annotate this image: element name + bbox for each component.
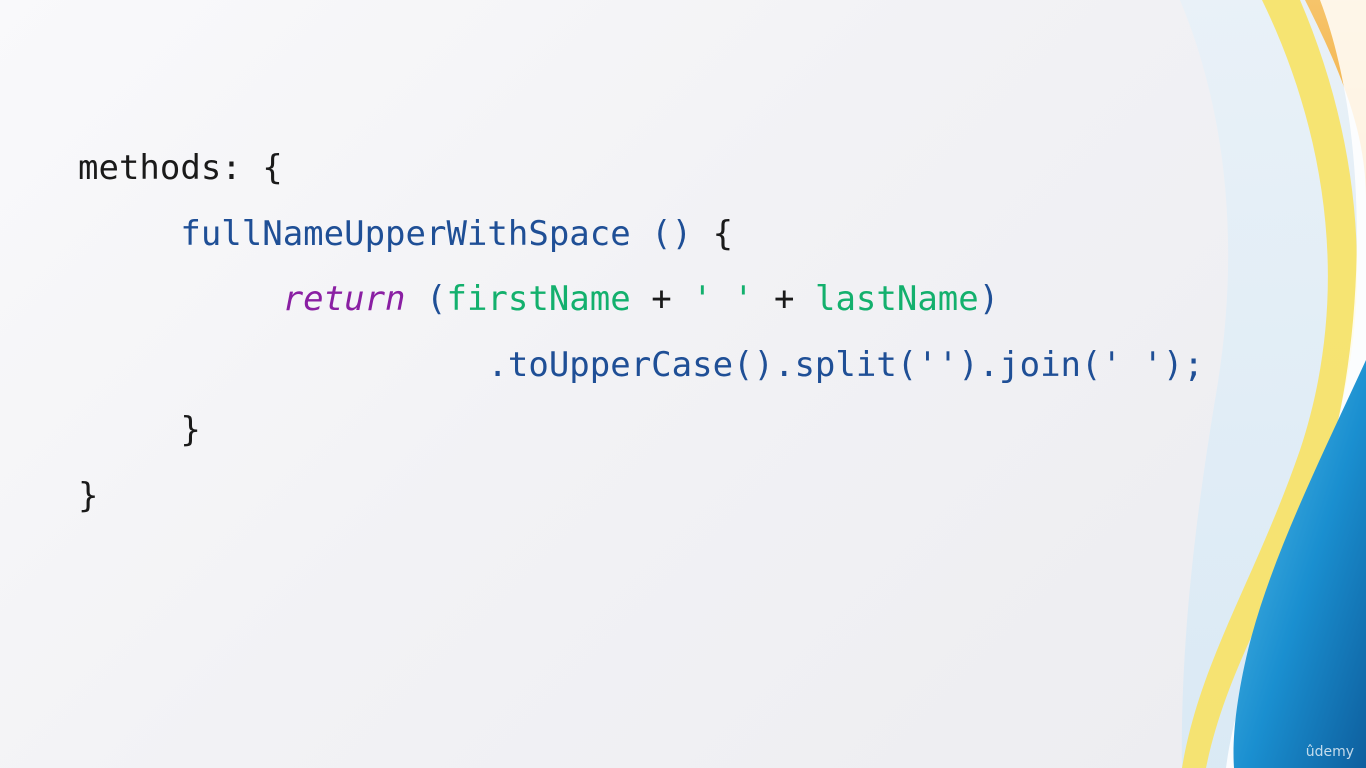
close-brace: } — [180, 410, 201, 450]
udemy-watermark: ûdemy — [1305, 744, 1354, 760]
var-first-name: firstName — [446, 279, 631, 319]
code-line-1: methods: { — [78, 136, 1204, 202]
close-paren: ) — [978, 279, 1000, 319]
plus-operator: + — [630, 279, 693, 319]
plus-operator: + — [753, 279, 815, 319]
code-line-6: } — [78, 464, 1204, 530]
var-last-name: lastName — [814, 279, 979, 319]
open-brace: { — [692, 213, 734, 254]
slide: methods: { fullNameUpperWithSpace () { r… — [0, 0, 1366, 768]
code-line-3: return (firstName + ' ' + lastName) — [78, 267, 1204, 333]
methods-declaration: methods: { — [78, 148, 283, 188]
code-line-2: fullNameUpperWithSpace () { — [78, 202, 1204, 268]
return-keyword: return — [282, 279, 406, 319]
code-line-5: } — [78, 398, 1204, 464]
method-chain: .toUpperCase().split('').join(' '); — [487, 344, 1204, 385]
code-line-4: .toUpperCase().split('').join(' '); — [78, 333, 1204, 399]
close-brace: } — [78, 475, 99, 516]
code-block: methods: { fullNameUpperWithSpace () { r… — [78, 136, 1204, 529]
space-string: ' ' — [692, 279, 754, 319]
method-name: fullNameUpperWithSpace () — [180, 213, 693, 254]
open-paren: ( — [405, 279, 447, 319]
